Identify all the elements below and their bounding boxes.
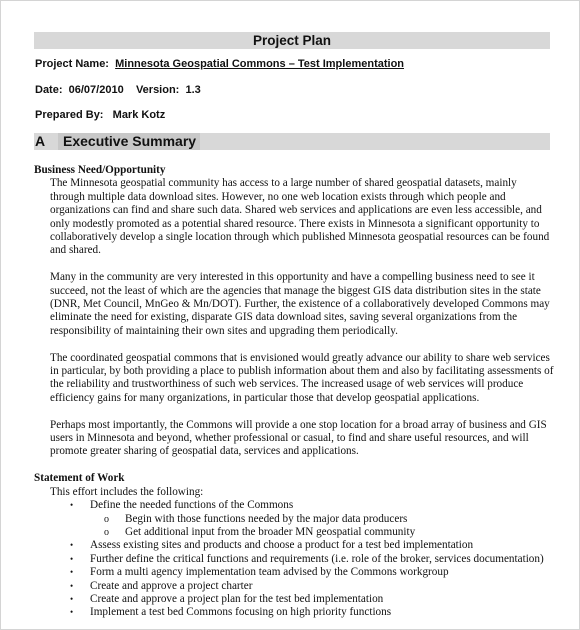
list-item: • Create and approve a project charter xyxy=(34,580,554,593)
document-body: Business Need/Opportunity The Minnesota … xyxy=(34,164,554,620)
paragraph: The Minnesota geospatial community has a… xyxy=(50,177,550,257)
statement-of-work-list: • Define the needed functions of the Comm… xyxy=(34,499,554,620)
prepared-by-value: Mark Kotz xyxy=(112,109,166,121)
bullet-icon: • xyxy=(70,580,74,591)
hollow-bullet-icon: o xyxy=(104,513,109,525)
list-item: • Create and approve a project plan for t… xyxy=(34,593,554,606)
bullet-icon: • xyxy=(70,500,74,511)
statement-of-work-heading: Statement of Work xyxy=(34,472,125,485)
paragraph: The coordinated geospatial commons that … xyxy=(50,351,554,404)
statement-of-work-intro: This effort includes the following: xyxy=(50,485,204,498)
list-item: • Further define the critical functions a… xyxy=(34,553,554,566)
section-letter: A xyxy=(35,133,46,149)
bullet-icon: • xyxy=(70,540,74,551)
list-item-text: Define the needed functions of the Commo… xyxy=(90,499,294,512)
project-name-label: Project Name: xyxy=(35,58,109,70)
date-label: Date: xyxy=(35,84,63,96)
version-value: 1.3 xyxy=(185,84,201,96)
prepared-by-row: Prepared By: Mark Kotz xyxy=(35,109,165,121)
list-item-text: Get additional input from the broader MN… xyxy=(125,525,416,538)
date-value: 06/07/2010 xyxy=(68,84,124,96)
bullet-icon: • xyxy=(70,567,74,578)
bullet-icon: • xyxy=(70,553,74,564)
paragraph: Many in the community are very intereste… xyxy=(50,271,550,337)
bullet-icon: • xyxy=(70,607,74,618)
list-item-text: Create and approve a project plan for th… xyxy=(90,592,384,605)
hollow-bullet-icon: o xyxy=(104,526,109,538)
list-item-text: Form a multi agency implementation team … xyxy=(90,566,449,579)
list-item: • Implement a test bed Commons focusing o… xyxy=(34,606,554,619)
list-item-text: Begin with those functions needed by the… xyxy=(125,512,408,525)
list-item-text: Further define the critical functions an… xyxy=(90,552,544,565)
date-version-row: Date: 06/07/2010 Version: 1.3 xyxy=(35,84,201,96)
sub-list-item: o Get additional input from the broader M… xyxy=(34,526,554,539)
section-heading: Executive Summary xyxy=(58,133,201,150)
sub-list-item: o Begin with those functions needed by th… xyxy=(34,513,554,526)
version-label: Version: xyxy=(135,84,180,96)
document-page: Project Plan Project Name: Minnesota Geo… xyxy=(0,0,580,630)
list-item-text: Implement a test bed Commons focusing on… xyxy=(90,606,392,619)
list-item: • Form a multi agency implementation team… xyxy=(34,566,554,579)
list-item-text: Create and approve a project charter xyxy=(90,579,253,592)
section-header-executive-summary: A Executive Summary xyxy=(34,133,550,150)
prepared-by-label: Prepared By: xyxy=(35,109,104,121)
list-item-text: Assess existing sites and products and c… xyxy=(90,539,474,552)
project-name-value: Minnesota Geospatial Commons – Test Impl… xyxy=(115,58,405,70)
document-title: Project Plan xyxy=(34,32,550,49)
list-item: • Define the needed functions of the Comm… xyxy=(34,499,554,512)
bullet-icon: • xyxy=(70,593,74,604)
project-name-row: Project Name: Minnesota Geospatial Commo… xyxy=(35,58,404,70)
list-item: • Assess existing sites and products and … xyxy=(34,539,554,552)
business-need-heading: Business Need/Opportunity xyxy=(34,164,166,176)
paragraph: Perhaps most importantly, the Commons wi… xyxy=(50,418,547,458)
